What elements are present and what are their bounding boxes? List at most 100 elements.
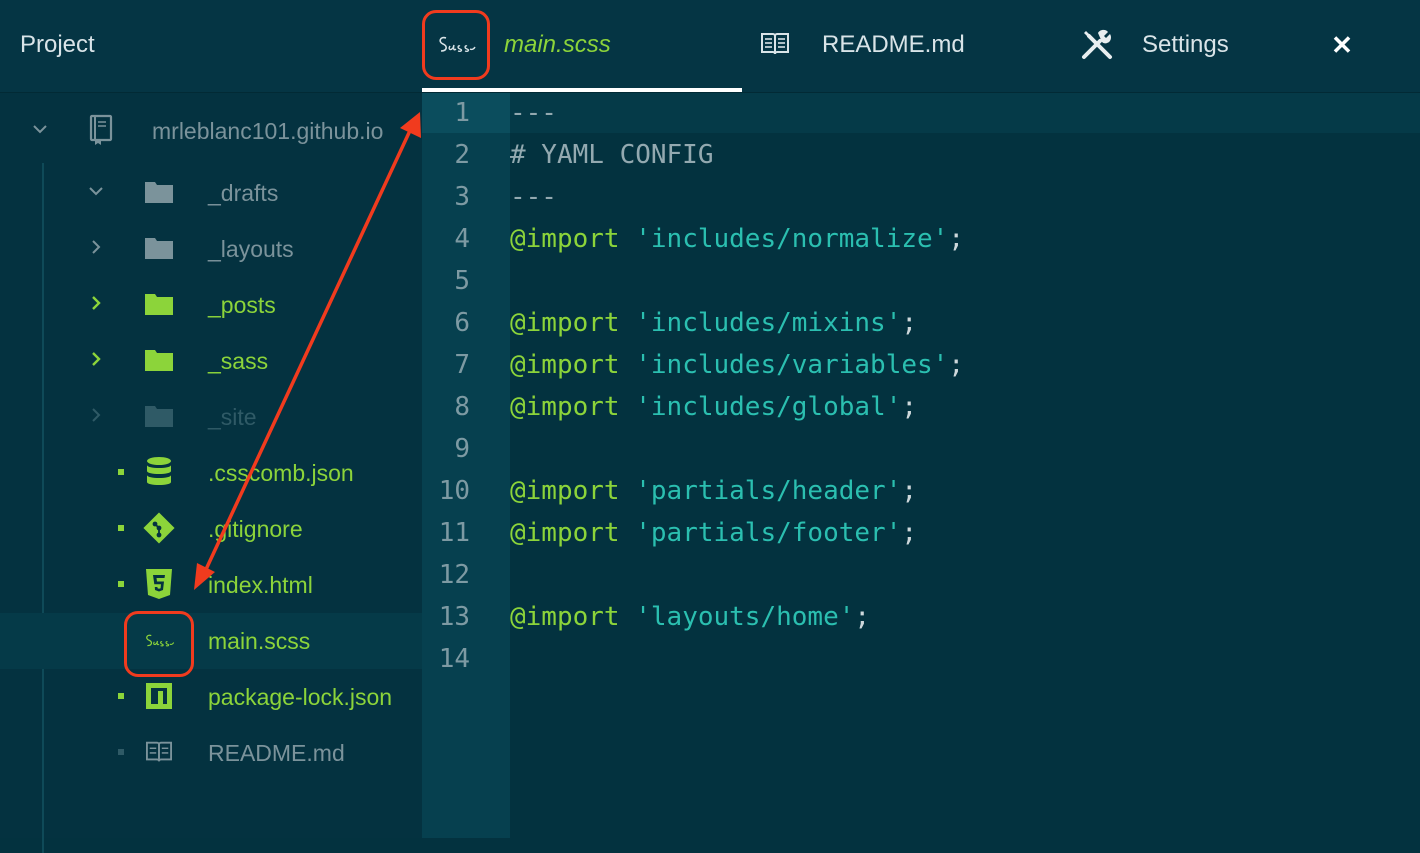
code-token: ; [854,602,871,632]
code-token: @import [510,602,620,632]
line-number: 14 [438,644,470,674]
code-token: ; [948,350,964,380]
git-status-dot [118,749,124,755]
book-icon [760,30,790,63]
line-number: 6 [454,308,470,338]
current-line-highlight [510,93,1420,133]
git-status-dot [118,525,124,531]
git-status-dot [118,469,124,475]
code-line: @import 'partials/header'; [510,470,917,512]
tree-root-label: mrleblanc101.github.io [152,118,384,144]
book-icon [142,735,176,769]
tab-label: Settings [1142,31,1229,58]
code-line: # YAML CONFIG [510,134,714,176]
code-token: @import [510,350,620,380]
project-panel-title[interactable]: Project [20,31,95,59]
code-editor[interactable]: --- # YAML CONFIG --- @import 'includes/nor… [510,93,1420,838]
tree-item-label: _layouts [208,236,294,262]
line-number: 12 [438,560,470,590]
code-token: ; [901,476,917,506]
tab-main-scss[interactable]: main.scss [422,0,742,92]
line-number: 2 [454,140,470,170]
chevron-right-icon[interactable] [86,293,106,313]
tree-item-gitignore[interactable]: .gitignore [0,501,422,557]
tab-label: main.scss [504,31,611,58]
tree-item-site[interactable]: _site [0,389,422,445]
code-line: @import 'includes/normalize'; [510,218,964,260]
tree-item-label: _sass [208,348,269,374]
tab-label: README.md [822,31,965,58]
tree-root[interactable]: mrleblanc101.github.io [0,103,422,159]
line-number: 11 [438,518,470,548]
code-token: ; [901,392,917,422]
tab-bar: Project main.scss README.md Settings ✕ [0,0,1420,93]
repo-icon [84,113,118,147]
chevron-down-icon[interactable] [86,181,106,201]
chevron-right-icon[interactable] [86,237,106,257]
code-line: @import 'partials/footer'; [510,512,917,554]
tree-item-label: .csscomb.json [208,460,354,486]
tree-item-label: index.html [208,572,313,598]
tree-item-label: _posts [208,292,276,318]
line-number: 5 [454,266,470,296]
code-token: 'includes/mixins' [635,308,902,338]
tree-item-package-lock[interactable]: package-lock.json [0,669,422,725]
tree-item-label: _drafts [208,180,279,206]
code-token: --- [510,182,557,212]
tree-item-csscomb[interactable]: .csscomb.json [0,445,422,501]
folder-icon [142,343,176,377]
tree-item-sass[interactable]: _sass [0,333,422,389]
line-number-gutter: 1 2 3 4 5 6 7 8 9 10 11 12 13 14 [422,93,510,838]
tree-item-label: main.scss [208,628,311,654]
close-tab-button[interactable]: ✕ [1328,30,1356,60]
tree-item-label: .gitignore [208,516,303,542]
tree-item-label: package-lock.json [208,684,393,710]
tree-item-readme[interactable]: README.md [0,725,422,781]
chevron-down-icon[interactable] [30,119,50,139]
line-number: 4 [454,224,470,254]
database-icon [142,455,176,489]
code-token: 'layouts/home' [635,602,855,632]
tree-item-posts[interactable]: _posts [0,277,422,333]
line-number: 13 [438,602,470,632]
code-line: @import 'includes/variables'; [510,344,964,386]
tree-item-label: README.md [208,740,345,766]
code-token: @import [510,308,620,338]
code-line: @import 'includes/global'; [510,386,917,428]
code-token: # YAML CONFIG [510,140,714,170]
tools-icon [1080,27,1114,66]
chevron-right-icon[interactable] [86,349,106,369]
code-token: ; [901,308,917,338]
tab-readme[interactable]: README.md [760,0,1020,92]
line-number: 10 [438,476,470,506]
git-icon [142,511,176,545]
tree-item-label: _site [208,404,257,430]
code-line: --- [510,92,557,134]
folder-icon [142,287,176,321]
tree-item-drafts[interactable]: _drafts [0,165,422,221]
chevron-right-icon[interactable] [86,405,106,425]
line-number: 3 [454,182,470,212]
sass-icon [439,36,476,52]
tree-item-layouts[interactable]: _layouts [0,221,422,277]
code-token: --- [510,98,557,128]
git-status-dot [118,693,124,699]
npm-icon [142,679,176,713]
code-token: ; [948,224,964,254]
tree-item-main-scss[interactable]: main.scss [0,613,422,669]
tab-settings[interactable]: Settings [1080,0,1280,92]
git-status-dot [118,581,124,587]
folder-icon [142,231,176,265]
tree-item-index-html[interactable]: index.html [0,557,422,613]
code-token: 'partials/header' [635,476,902,506]
folder-icon [142,399,176,433]
code-token: 'includes/variables' [635,350,949,380]
folder-icon [142,175,176,209]
code-token: @import [510,224,620,254]
line-number: 1 [454,98,470,128]
code-line: @import 'layouts/home'; [510,596,870,638]
